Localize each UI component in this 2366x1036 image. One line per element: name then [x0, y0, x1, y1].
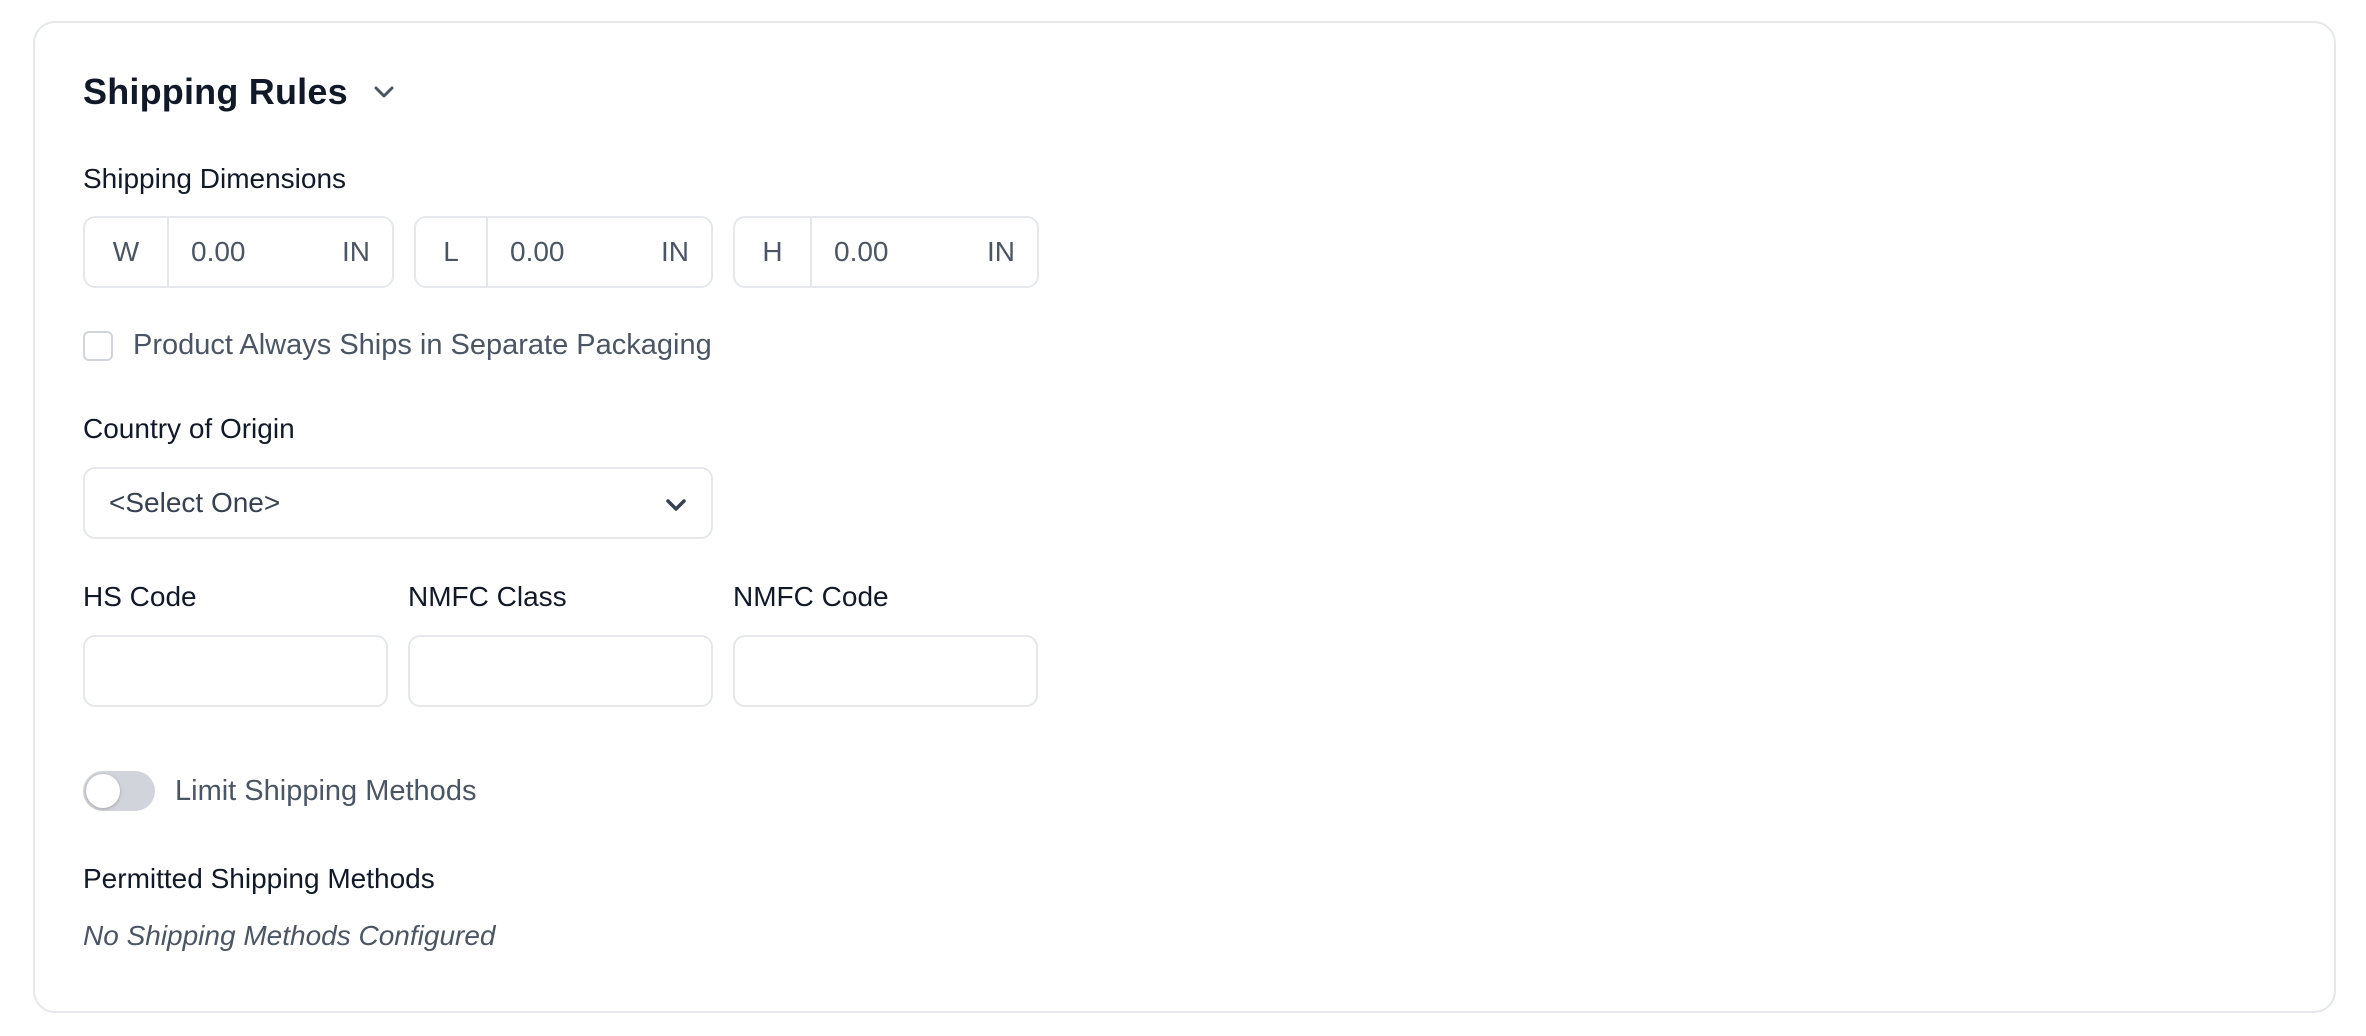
limit-shipping-toggle[interactable]: [83, 771, 155, 811]
length-input[interactable]: 0.00 IN: [488, 218, 711, 286]
width-value: 0.00: [191, 236, 246, 267]
limit-shipping-label: Limit Shipping Methods: [175, 774, 477, 807]
nmfc-class-input[interactable]: [408, 635, 713, 707]
shipping-rules-card: Shipping Rules Shipping Dimensions W 0.0…: [33, 21, 2336, 1013]
hs-code-label: HS Code: [83, 581, 197, 612]
nmfc-class-label: NMFC Class: [408, 581, 567, 612]
width-prefix: W: [85, 218, 169, 286]
hs-code-input[interactable]: [83, 635, 388, 707]
length-value: 0.00: [510, 236, 565, 267]
country-selected-value: <Select One>: [109, 487, 281, 518]
height-prefix: H: [735, 218, 812, 286]
country-of-origin-select[interactable]: <Select One>: [83, 467, 713, 539]
toggle-knob: [86, 774, 120, 808]
permitted-methods-label: Permitted Shipping Methods: [83, 863, 435, 894]
width-field[interactable]: W 0.00 IN: [83, 216, 394, 288]
separate-packaging-label: Product Always Ships in Separate Packagi…: [133, 329, 712, 361]
height-field[interactable]: H 0.00 IN: [733, 216, 1039, 288]
section-header[interactable]: Shipping Rules: [83, 71, 398, 113]
chevron-down-icon: [665, 487, 687, 519]
length-field[interactable]: L 0.00 IN: [414, 216, 713, 288]
nmfc-code-label: NMFC Code: [733, 581, 889, 612]
width-unit: IN: [342, 236, 370, 267]
height-unit: IN: [987, 236, 1015, 267]
no-methods-message: No Shipping Methods Configured: [83, 920, 496, 951]
chevron-down-icon[interactable]: [370, 78, 398, 106]
section-title: Shipping Rules: [83, 71, 348, 112]
height-input[interactable]: 0.00 IN: [812, 218, 1037, 286]
nmfc-code-input[interactable]: [733, 635, 1038, 707]
separate-packaging-checkbox[interactable]: [83, 330, 113, 361]
height-value: 0.00: [834, 236, 889, 267]
length-unit: IN: [661, 236, 689, 267]
separate-packaging-row[interactable]: Product Always Ships in Separate Packagi…: [83, 329, 712, 362]
width-input[interactable]: 0.00 IN: [169, 218, 392, 286]
limit-shipping-row[interactable]: Limit Shipping Methods: [83, 771, 476, 811]
dimensions-label: Shipping Dimensions: [83, 163, 347, 194]
country-of-origin-label: Country of Origin: [83, 413, 295, 444]
length-prefix: L: [416, 218, 488, 286]
